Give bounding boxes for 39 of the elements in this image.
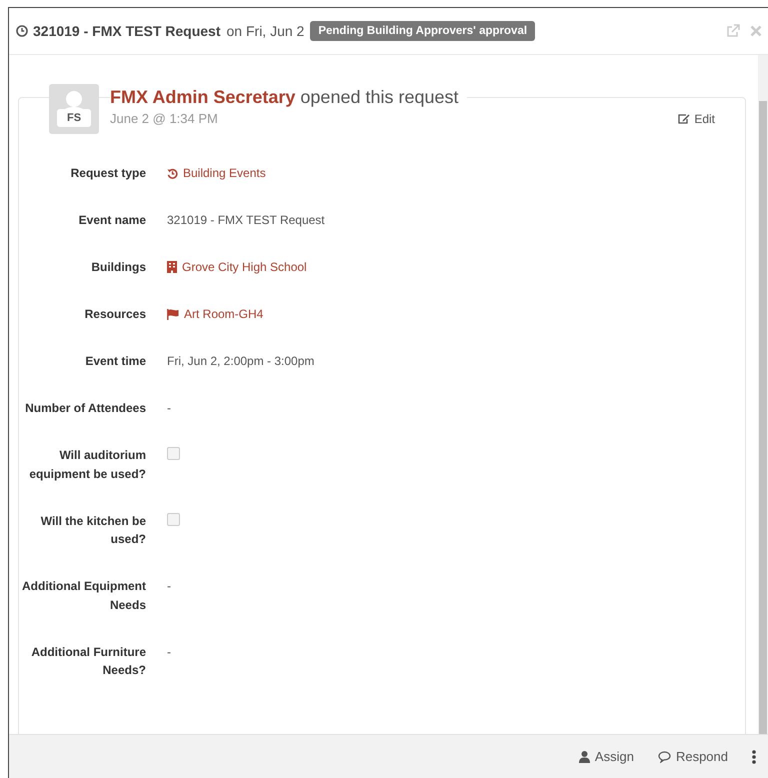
building-icon (167, 261, 177, 274)
checkbox[interactable] (167, 447, 180, 460)
close-icon[interactable] (750, 25, 762, 37)
request-date: on Fri, Jun 2 (226, 23, 304, 39)
field-value: - (167, 400, 171, 417)
external-link-icon[interactable] (726, 24, 740, 38)
clock-icon (16, 25, 28, 37)
field-label: Additional Equipment Needs (21, 578, 146, 614)
field-label: Event time (84, 353, 146, 370)
field-label: Will the kitchen be used? (40, 512, 146, 548)
timestamp: June 2 @ 1:34 PM (110, 111, 218, 126)
assign-button[interactable]: Assign (578, 749, 634, 764)
field-label: Additional Furniture Needs? (30, 644, 146, 679)
field-link[interactable]: Grove City High School (167, 258, 307, 276)
field-label: Resources (84, 306, 146, 323)
flag-icon (167, 308, 179, 320)
respond-button[interactable]: Respond (658, 749, 728, 764)
status-badge: Pending Building Approvers' approval (310, 21, 536, 41)
avatar: FS (49, 84, 99, 134)
field-label: Number of Attendees (24, 400, 146, 417)
field-link[interactable]: Art Room-GH4 (167, 305, 264, 324)
edit-link[interactable]: Edit (678, 112, 715, 126)
history-icon (167, 168, 178, 179)
request-title: 321019 - FMX TEST Request (16, 23, 221, 39)
edit-icon (678, 113, 690, 124)
field-link[interactable]: Building Events (167, 164, 266, 182)
field-label: Request type (70, 165, 146, 182)
field-label: Event name (78, 212, 146, 229)
scrollbar[interactable] (758, 55, 768, 734)
more-options-icon[interactable] (752, 750, 756, 764)
field-label: Will auditorium equipment be used? (28, 447, 146, 482)
speech-bubble-icon (658, 750, 671, 762)
field-value: - (167, 578, 171, 595)
user-icon (578, 750, 590, 762)
field-label: Buildings (90, 259, 146, 276)
field-value: 321019 - FMX TEST Request (167, 212, 325, 229)
field-value: - (167, 644, 171, 660)
field-value: Fri, Jun 2, 2:00pm - 3:00pm (167, 353, 314, 370)
checkbox[interactable] (167, 512, 180, 526)
